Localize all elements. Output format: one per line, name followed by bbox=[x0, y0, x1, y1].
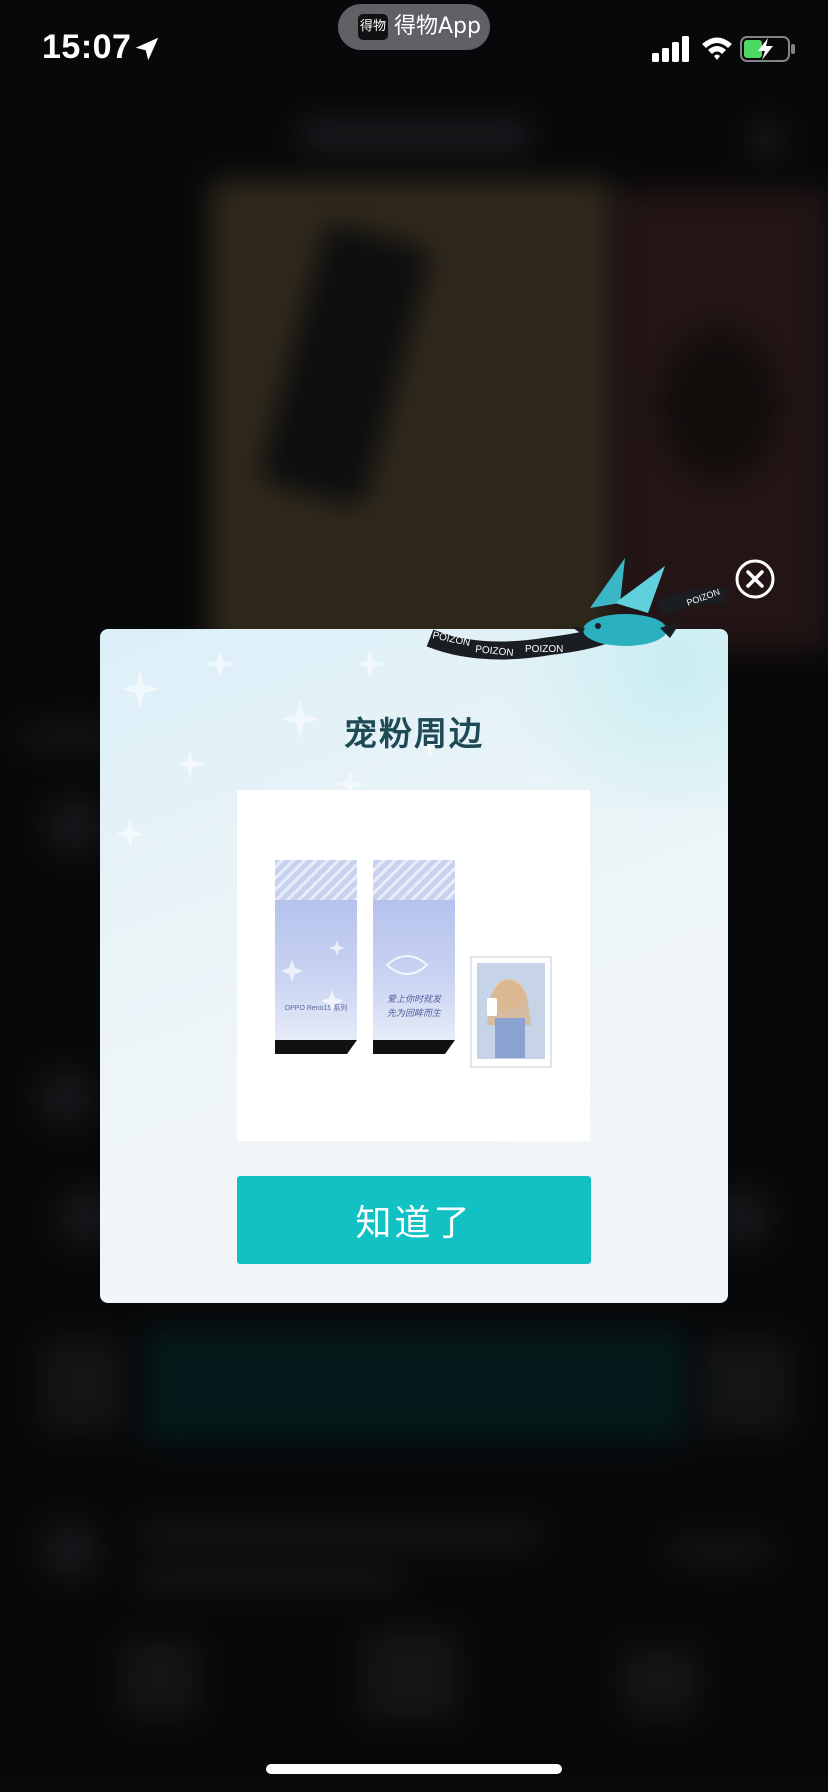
confirm-button[interactable]: 知道了 bbox=[237, 1176, 591, 1264]
ribbon-text-3: POIZON bbox=[525, 644, 563, 655]
merch-box-left: OPPO Reno15 系列 bbox=[275, 860, 357, 1054]
status-time: 15:07 bbox=[42, 28, 132, 66]
merch-illustration: OPPO Reno15 系列 爱上你时就发 先为回眸而生 bbox=[275, 860, 552, 1068]
app-logo-icon: 得物 bbox=[358, 14, 388, 40]
app-pill-label: 得物App bbox=[394, 14, 481, 39]
signal-icon bbox=[652, 36, 689, 62]
ribbon-bird-decoration: POIZON POIZON POIZON POIZON bbox=[426, 558, 726, 660]
merch-box-middle: 爱上你时就发 先为回眸而生 bbox=[373, 860, 455, 1054]
home-indicator[interactable] bbox=[266, 1764, 562, 1774]
photo-card bbox=[470, 956, 552, 1068]
fan-merch-modal: 宠粉周边 OPPO Reno15 系列 爱上你时就发 先为回眸而生 知道了 bbox=[100, 629, 728, 1303]
location-arrow-icon bbox=[135, 37, 159, 61]
battery-charging-icon bbox=[740, 36, 795, 62]
svg-text:先为回眸而生: 先为回眸而生 bbox=[387, 1008, 442, 1019]
svg-text:爱上你时就发: 爱上你时就发 bbox=[387, 994, 442, 1005]
back-to-app-pill[interactable]: 得物 得物App bbox=[338, 4, 490, 50]
status-bar: 15:07 得物 得物App bbox=[0, 0, 828, 100]
modal-title: 宠粉周边 bbox=[344, 714, 484, 753]
box-caption: OPPO Reno15 系列 bbox=[285, 1003, 348, 1012]
product-image: OPPO Reno15 系列 爱上你时就发 先为回眸而生 bbox=[237, 790, 590, 1141]
close-icon[interactable] bbox=[734, 558, 776, 600]
wifi-icon bbox=[702, 37, 732, 60]
